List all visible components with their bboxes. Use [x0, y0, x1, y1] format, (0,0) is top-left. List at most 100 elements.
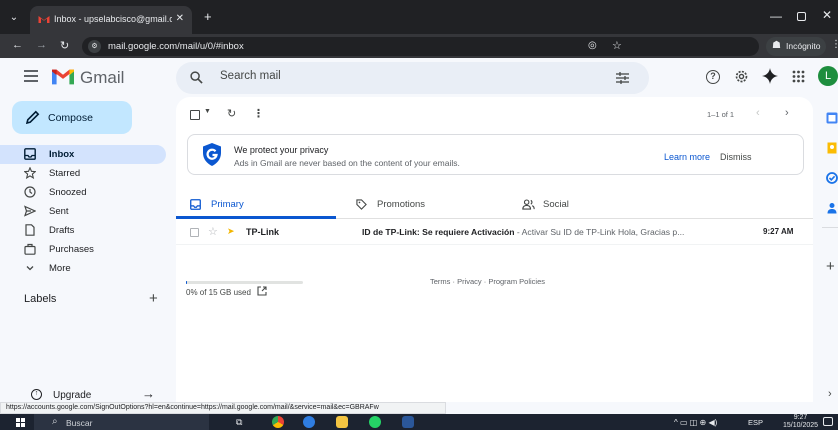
email-subject-line: ID de TP-Link: Se requiere Activación - … — [362, 227, 732, 237]
tag-icon — [356, 199, 367, 210]
upgrade-link[interactable]: Upgrade — [53, 390, 91, 401]
url-text[interactable]: mail.google.com/mail/u/0/#inbox — [108, 41, 244, 52]
email-row[interactable]: ☆ ➤ TP-Link ID de TP-Link: Se requiere A… — [176, 221, 813, 245]
chevron-down-icon — [26, 266, 34, 271]
tab-social[interactable]: Social — [508, 191, 668, 219]
people-icon — [522, 199, 535, 210]
sidebar-item-drafts[interactable]: Drafts — [0, 221, 166, 240]
show-side-panel-icon[interactable]: › — [828, 388, 832, 400]
sidebar-item-label: Drafts — [49, 225, 75, 236]
clock[interactable]: 9:27 15/10/2025 — [783, 414, 818, 430]
reload-icon[interactable]: ↻ — [60, 39, 69, 52]
account-avatar[interactable]: L — [818, 66, 838, 86]
tasks-icon[interactable] — [826, 172, 838, 184]
google-apps-icon[interactable] — [792, 70, 805, 83]
input-language[interactable]: ESP — [748, 418, 763, 427]
task-view-icon[interactable]: ⧉ — [236, 416, 248, 428]
notifications-icon[interactable] — [823, 417, 833, 426]
important-marker-icon[interactable]: ➤ — [227, 226, 235, 237]
star-icon[interactable]: ☆ — [208, 225, 218, 238]
tracking-protection-icon[interactable]: ◎ — [588, 40, 597, 51]
privacy-title: We protect your privacy — [234, 145, 329, 155]
tab-primary[interactable]: Primary — [176, 191, 336, 219]
main-menu-icon[interactable] — [24, 70, 38, 85]
clock-icon — [24, 186, 36, 198]
side-panel-divider — [822, 227, 838, 228]
compose-label: Compose — [48, 112, 93, 124]
gemini-sparkle-icon[interactable] — [762, 68, 778, 84]
shield-icon — [203, 143, 221, 166]
forward-icon[interactable]: → — [36, 39, 47, 51]
whatsapp-taskbar-icon[interactable] — [369, 416, 381, 428]
search-input[interactable] — [220, 70, 580, 82]
minimize-icon[interactable]: — — [770, 9, 782, 23]
link-status-bar: https://accounts.google.com/SignOutOptio… — [0, 402, 446, 414]
email-sender: TP-Link — [246, 227, 279, 237]
sidebar-item-starred[interactable]: Starred — [0, 164, 166, 183]
search-options-icon[interactable] — [616, 72, 629, 84]
search-bar[interactable] — [176, 62, 649, 94]
incognito-icon: ☗ — [772, 40, 781, 51]
sidebar-item-label: Snoozed — [49, 187, 87, 198]
tab-label: Promotions — [377, 199, 426, 210]
bookmark-star-icon[interactable]: ☆ — [612, 39, 622, 52]
dismiss-button[interactable]: Dismiss — [720, 152, 752, 162]
file-explorer-taskbar-icon[interactable] — [336, 416, 348, 428]
newer-page-icon[interactable]: ‹ — [756, 107, 760, 119]
windows-start-icon[interactable] — [16, 418, 25, 427]
word-taskbar-icon[interactable] — [402, 416, 414, 428]
gmail-logo-icon[interactable] — [52, 68, 74, 86]
sidebar-item-sent[interactable]: Sent — [0, 202, 166, 221]
tab-search-icon[interactable]: ⌄ — [6, 10, 22, 26]
taskbar-search-label: Buscar — [66, 418, 93, 428]
address-bar[interactable]: ⚙ mail.google.com/mail/u/0/#inbox ◎ ☆ — [82, 37, 759, 56]
incognito-badge[interactable]: ☗ Incógnito — [766, 37, 826, 56]
footer-links[interactable]: Terms · Privacy · Program Policies — [430, 277, 545, 286]
sidebar-item-more[interactable]: More — [0, 259, 166, 278]
tab-promotions[interactable]: Promotions — [342, 191, 502, 219]
compose-button[interactable]: Compose — [12, 101, 132, 134]
system-tray-icons[interactable]: ^ ▭ ◫ ⊕ ◀) — [674, 418, 717, 427]
keep-icon[interactable] — [826, 142, 838, 154]
back-icon[interactable]: ← — [12, 39, 23, 51]
sidebar-item-snoozed[interactable]: Snoozed — [0, 183, 166, 202]
search-icon[interactable] — [190, 71, 203, 84]
calendar-icon[interactable] — [826, 112, 838, 124]
maximize-icon[interactable] — [797, 12, 806, 21]
app-name[interactable]: Gmail — [80, 68, 124, 88]
draft-icon — [25, 224, 35, 236]
clock-date: 15/10/2025 — [783, 422, 819, 429]
create-label-icon[interactable]: + — [149, 290, 158, 307]
browser-menu-icon[interactable]: ⋮ — [831, 39, 838, 50]
row-checkbox[interactable] — [190, 228, 199, 237]
chrome-taskbar-icon[interactable] — [272, 416, 284, 428]
upgrade-icon: ↑ — [31, 389, 42, 400]
taskbar-search[interactable]: ⌕ Buscar — [34, 414, 209, 430]
browser-tab[interactable]: Inbox - upselabcisco@gmail.com ✕ — [30, 6, 192, 34]
select-all-checkbox[interactable] — [190, 110, 200, 120]
contacts-icon[interactable] — [826, 202, 838, 214]
pagination-text: 1–1 of 1 — [707, 110, 735, 119]
star-icon — [24, 167, 36, 179]
learn-more-link[interactable]: Learn more — [664, 152, 710, 162]
select-dropdown-icon[interactable]: ▼ — [204, 108, 211, 115]
edge-taskbar-icon[interactable] — [303, 416, 315, 428]
open-in-new-icon[interactable] — [257, 286, 267, 296]
clock-time: 9:27 — [793, 414, 808, 421]
older-page-icon[interactable]: › — [785, 107, 789, 119]
refresh-icon[interactable]: ↻ — [227, 107, 236, 120]
pencil-icon — [26, 110, 40, 124]
get-addons-icon[interactable]: + — [826, 258, 835, 275]
status-url: https://accounts.google.com/SignOutOptio… — [6, 404, 379, 411]
sidebar-item-purchases[interactable]: Purchases — [0, 240, 166, 259]
site-info-icon[interactable]: ⚙ — [88, 40, 101, 53]
new-tab-icon[interactable]: + — [204, 9, 212, 24]
tab-close-icon[interactable]: ✕ — [176, 13, 184, 24]
email-time: 9:27 AM — [763, 227, 794, 236]
help-icon[interactable]: ? — [706, 70, 720, 84]
more-actions-icon[interactable]: ⋮ — [253, 107, 264, 120]
window-close-icon[interactable]: ✕ — [822, 8, 832, 22]
settings-gear-icon[interactable] — [734, 69, 749, 84]
arrow-right-icon[interactable]: → — [142, 386, 155, 401]
sidebar-item-inbox[interactable]: Inbox — [0, 145, 166, 164]
